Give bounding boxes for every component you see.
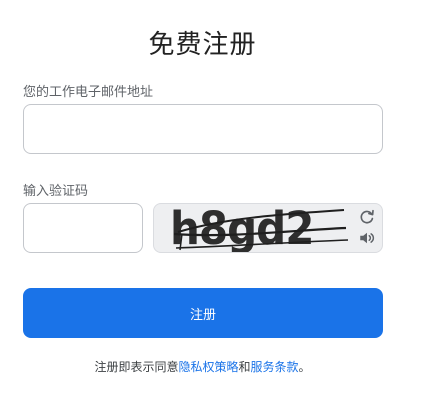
- email-label: 您的工作电子邮件地址: [23, 85, 154, 100]
- refresh-icon[interactable]: [358, 208, 376, 226]
- captcha-image: h8gd2: [170, 204, 349, 252]
- captcha-box: h8gd2: [153, 203, 383, 253]
- privacy-policy-link[interactable]: 隐私权策略: [178, 360, 238, 374]
- captcha-input[interactable]: [23, 203, 143, 253]
- terms-suffix: 。: [298, 360, 311, 374]
- captcha-label: 输入验证码: [23, 184, 89, 199]
- register-button[interactable]: 注册: [23, 288, 383, 338]
- captcha-tools: [358, 208, 378, 250]
- email-input[interactable]: [23, 104, 383, 154]
- speaker-icon[interactable]: [358, 229, 376, 247]
- page-title: 免费注册: [148, 30, 257, 60]
- terms-prefix: 注册即表示同意: [94, 360, 179, 374]
- terms-of-service-link[interactable]: 服务条款: [251, 360, 299, 374]
- terms-conjunction: 和: [238, 360, 251, 374]
- terms-text: 注册即表示同意隐私权策略和服务条款。: [0, 358, 405, 375]
